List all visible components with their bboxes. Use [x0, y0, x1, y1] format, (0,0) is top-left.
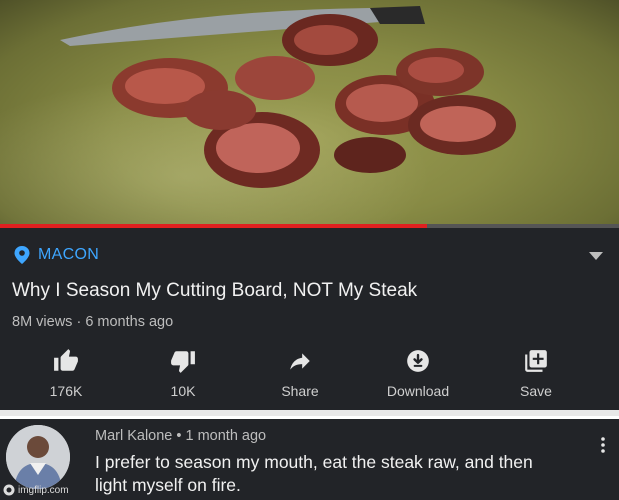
divider-band: [0, 410, 619, 416]
watermark: imgflip.com: [3, 484, 69, 496]
dislike-count: 10K: [170, 383, 196, 399]
video-meta: 8M views · 6 months ago: [12, 314, 174, 330]
watermark-text: imgflip.com: [18, 484, 69, 496]
action-bar: 176K 10K Share Download Save: [0, 348, 619, 406]
video-info-panel: MACON Why I Season My Cutting Board, NOT…: [0, 228, 619, 410]
video-title: Why I Season My Cutting Board, NOT My St…: [12, 280, 418, 301]
share-icon: [290, 353, 310, 370]
download-icon: [407, 350, 429, 372]
steak-slices: [112, 14, 516, 188]
like-button[interactable]: 176K: [16, 348, 116, 399]
location-link[interactable]: MACON: [14, 246, 99, 264]
thumbs-up-icon: [54, 349, 78, 371]
thumbs-down-icon: [171, 351, 195, 373]
section-divider: [0, 410, 619, 419]
save-playlist-icon: [525, 350, 547, 372]
steak-illustration: [60, 6, 516, 188]
imgflip-logo-icon: [3, 484, 15, 496]
save-button[interactable]: Save: [486, 348, 586, 399]
share-label: Share: [281, 383, 319, 399]
download-button[interactable]: Download: [368, 348, 468, 399]
comment-author-time: Marl Kalone • 1 month ago: [95, 428, 267, 444]
video-thumbnail[interactable]: [0, 0, 619, 226]
expand-description-icon[interactable]: [587, 250, 605, 262]
share-button[interactable]: Share: [250, 348, 350, 399]
comment-text: I prefer to season my mouth, eat the ste…: [95, 452, 533, 495]
download-label: Download: [386, 383, 450, 399]
location-label: MACON: [38, 246, 100, 263]
more-options-icon[interactable]: [601, 437, 605, 453]
commenter-avatar-image: [6, 425, 70, 489]
comment: Marl Kalone • 1 month ago I prefer to se…: [0, 419, 619, 500]
dislike-button[interactable]: 10K: [133, 348, 233, 399]
location-pin-icon: [14, 246, 30, 264]
save-label: Save: [520, 383, 552, 399]
avatar[interactable]: [6, 425, 70, 489]
like-count: 176K: [49, 383, 83, 399]
